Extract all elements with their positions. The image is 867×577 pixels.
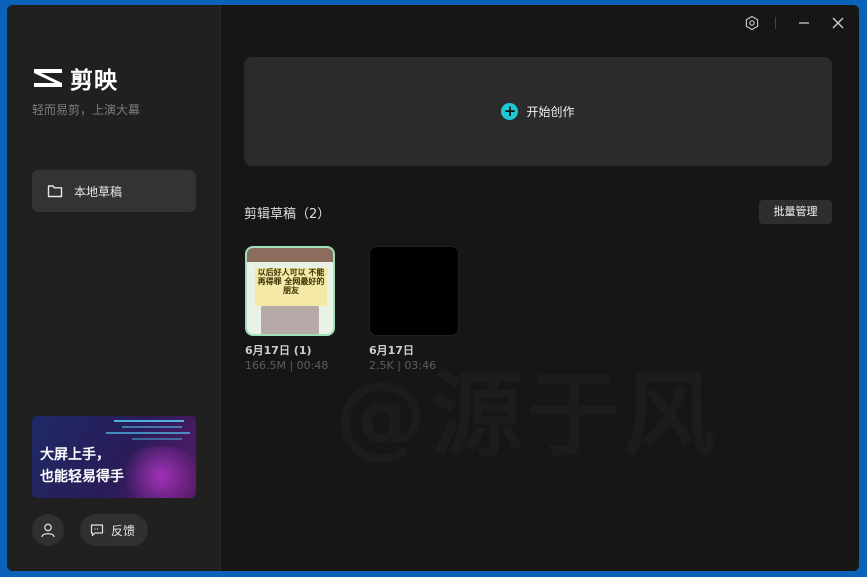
promo-decoration (122, 426, 182, 428)
draft-meta: 2.5K | 03:46 (369, 359, 437, 372)
promo-decoration (114, 420, 184, 422)
draft-item[interactable]: 6月17日 2.5K | 03:46 (369, 246, 461, 372)
start-creation-button[interactable]: + 开始创作 (244, 57, 832, 166)
capcut-logo-icon (34, 69, 62, 87)
feedback-button[interactable]: 反馈 (80, 514, 148, 546)
thumbnail-photo (261, 306, 319, 334)
folder-icon (47, 185, 63, 198)
thumbnail-caption: 以后好人可以 不能再得罪 全网最好的朋友 (255, 268, 327, 306)
app-logo: 剪映 (31, 61, 118, 95)
draft-meta: 166.5M | 00:48 (245, 359, 329, 372)
promo-decoration (132, 438, 182, 440)
close-icon[interactable] (830, 15, 846, 31)
promo-banner[interactable]: 大屏上手， 也能轻易得手 (32, 416, 196, 498)
app-name: 剪映 (70, 68, 118, 94)
start-creation-label: 开始创作 (526, 105, 575, 119)
sidebar-item-local-drafts[interactable]: 本地草稿 (32, 170, 196, 212)
draft-name: 6月17日 (1) (245, 344, 312, 357)
feedback-icon (90, 524, 104, 537)
promo-decoration (106, 432, 190, 434)
draft-name: 6月17日 (369, 344, 414, 357)
user-icon (41, 523, 55, 538)
promo-line-2: 也能轻易得手 (40, 469, 124, 485)
user-avatar-button[interactable] (32, 514, 64, 546)
drafts-section-title: 剪辑草稿（2） (244, 207, 331, 222)
promo-glow (116, 446, 196, 498)
draft-thumbnail: 以后好人可以 不能再得罪 全网最好的朋友 (245, 246, 335, 336)
promo-line-1: 大屏上手， (40, 447, 110, 463)
draft-item[interactable]: 以后好人可以 不能再得罪 全网最好的朋友 6月17日 (1) 166.5M | … (245, 246, 337, 372)
feedback-label: 反馈 (111, 523, 136, 538)
batch-manage-button[interactable]: 批量管理 (759, 200, 832, 224)
plus-icon: + (501, 103, 519, 120)
sidebar-item-label: 本地草稿 (74, 184, 123, 199)
app-window: 剪映 轻而易剪，上演大幕 本地草稿 大屏上手， 也能轻易得手 反馈 @源于风 +… (7, 5, 859, 571)
main-area: @源于风 + 开始创作 剪辑草稿（2） 批量管理 以后好人可以 不能再得罪 全网… (221, 5, 859, 571)
sidebar: 剪映 轻而易剪，上演大幕 本地草稿 大屏上手， 也能轻易得手 反馈 (7, 5, 221, 571)
promo-text: 大屏上手， 也能轻易得手 (40, 444, 124, 488)
app-slogan: 轻而易剪，上演大幕 (32, 103, 141, 117)
window-controls-divider (775, 17, 776, 29)
thumbnail-header (247, 248, 333, 262)
minimize-icon[interactable] (796, 15, 812, 31)
settings-icon[interactable] (744, 15, 760, 31)
draft-thumbnail (369, 246, 459, 336)
